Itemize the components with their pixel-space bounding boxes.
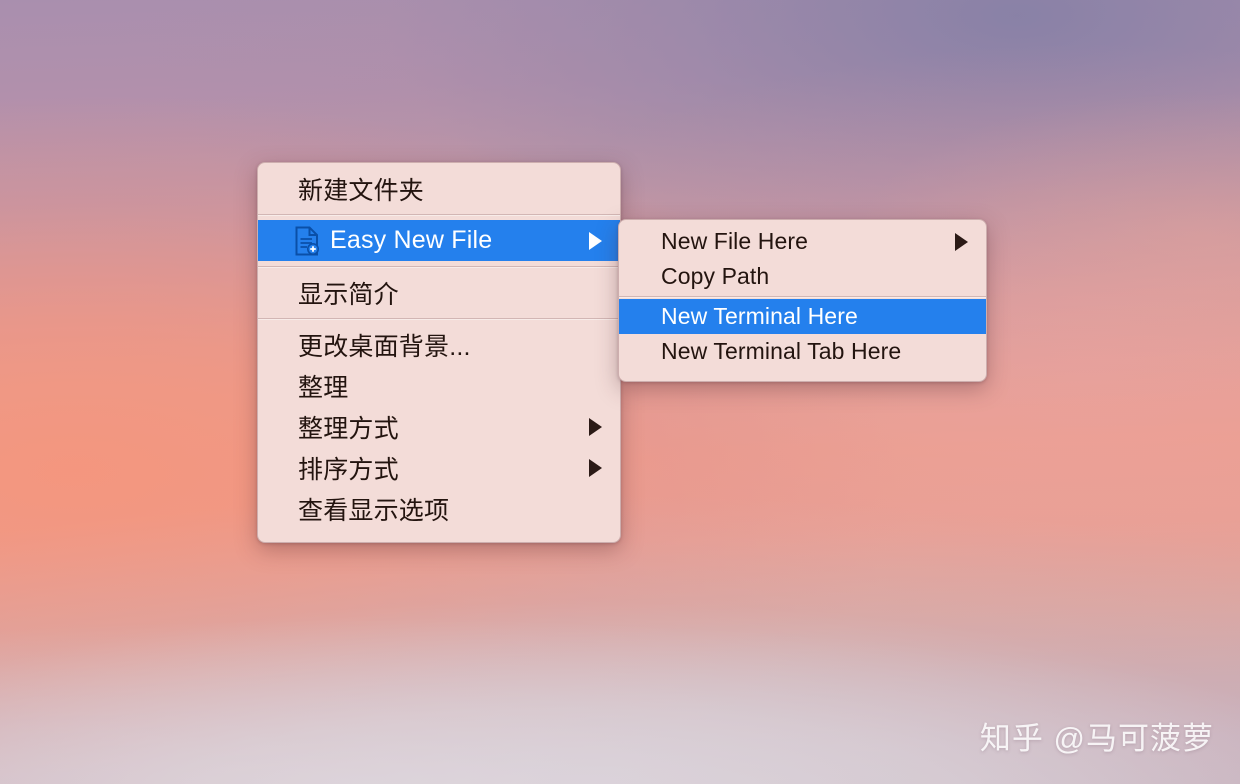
menu-item-label: Easy New File: [330, 226, 493, 254]
chevron-right-icon: [589, 417, 602, 436]
menu-item-clean-up[interactable]: 整理: [258, 365, 620, 406]
desktop-context-menu[interactable]: 新建文件夹 Easy New File 显示简介 更改桌面背景... 整理 整理…: [257, 162, 621, 543]
menu-item-sort-by[interactable]: 排序方式: [258, 447, 620, 488]
menu-item-label: New Terminal Tab Here: [661, 338, 902, 364]
submenu-separator-1: [619, 296, 986, 297]
easy-new-file-submenu[interactable]: New File Here Copy Path New Terminal Her…: [618, 219, 987, 382]
menu-item-label: New File Here: [661, 228, 809, 254]
menu-item-label: Copy Path: [661, 263, 770, 289]
chevron-right-icon: [589, 231, 602, 250]
menu-item-clean-up-by[interactable]: 整理方式: [258, 406, 620, 447]
menu-item-label: New Terminal Here: [661, 303, 858, 329]
submenu-item-copy-path[interactable]: Copy Path: [619, 259, 986, 294]
submenu-item-new-file-here[interactable]: New File Here: [619, 224, 986, 259]
menu-separator-1: [258, 214, 620, 215]
watermark-text: 知乎 @马可菠萝: [979, 721, 1214, 756]
menu-item-label: 整理方式: [298, 414, 399, 443]
menu-item-change-desktop-background[interactable]: 更改桌面背景...: [258, 324, 620, 365]
menu-item-label: 排序方式: [298, 455, 399, 484]
menu-item-label: 整理: [298, 373, 349, 402]
chevron-right-icon: [589, 458, 602, 477]
menu-item-label: 新建文件夹: [298, 176, 425, 205]
menu-item-new-folder[interactable]: 新建文件夹: [258, 168, 620, 209]
submenu-item-new-terminal-here[interactable]: New Terminal Here: [619, 299, 986, 334]
menu-item-easy-new-file[interactable]: Easy New File: [258, 220, 620, 261]
menu-item-label: 显示简介: [298, 280, 399, 309]
menu-item-get-info[interactable]: 显示简介: [258, 272, 620, 313]
menu-item-show-view-options[interactable]: 查看显示选项: [258, 488, 620, 529]
chevron-right-icon: [955, 232, 968, 251]
menu-item-label: 更改桌面背景...: [298, 332, 471, 361]
menu-separator-3: [258, 318, 620, 319]
menu-separator-2: [258, 266, 620, 267]
menu-item-label: 查看显示选项: [298, 496, 450, 525]
new-document-icon: [294, 226, 320, 256]
submenu-item-new-terminal-tab-here[interactable]: New Terminal Tab Here: [619, 334, 986, 369]
